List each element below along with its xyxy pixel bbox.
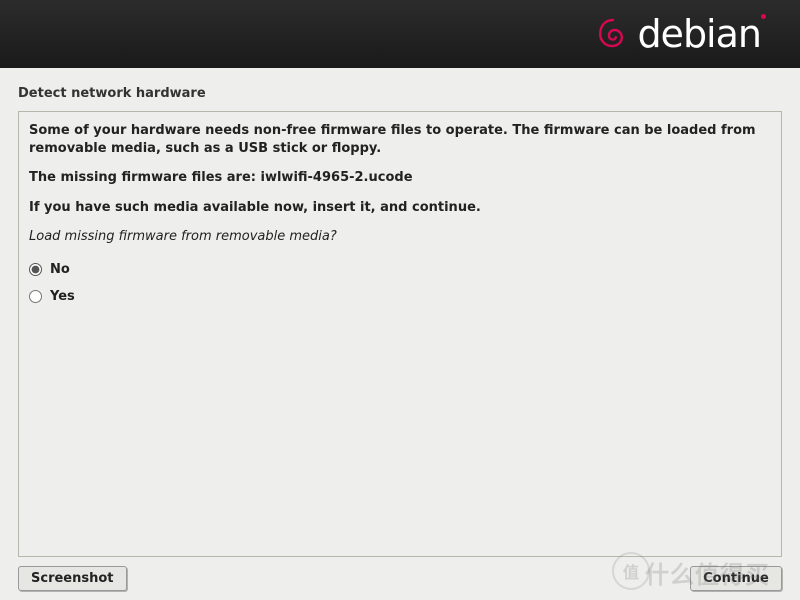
screenshot-button[interactable]: Screenshot xyxy=(18,566,127,591)
continue-button[interactable]: Continue xyxy=(690,566,782,591)
debian-swirl-icon xyxy=(593,14,633,54)
intro-text: Some of your hardware needs non-free fir… xyxy=(29,122,771,157)
radio-option-no[interactable]: No xyxy=(29,256,771,283)
question-text: Load missing firmware from removable med… xyxy=(29,228,771,246)
radio-option-yes[interactable]: Yes xyxy=(29,283,771,310)
page-title: Detect network hardware xyxy=(0,68,800,111)
radio-no-input[interactable] xyxy=(29,263,42,276)
debian-logo: debian xyxy=(593,12,768,56)
radio-yes-input[interactable] xyxy=(29,290,42,303)
missing-firmware-text: The missing firmware files are: iwlwifi-… xyxy=(29,169,771,187)
radio-no-label[interactable]: No xyxy=(50,262,70,277)
brand-dot-icon xyxy=(761,14,766,19)
installer-header: debian xyxy=(0,0,800,68)
instruction-text: If you have such media available now, in… xyxy=(29,199,771,217)
brand-text: debian xyxy=(637,12,761,56)
footer-bar: Screenshot Continue xyxy=(0,556,800,600)
radio-yes-label[interactable]: Yes xyxy=(50,289,75,304)
content-panel: Some of your hardware needs non-free fir… xyxy=(18,111,782,557)
